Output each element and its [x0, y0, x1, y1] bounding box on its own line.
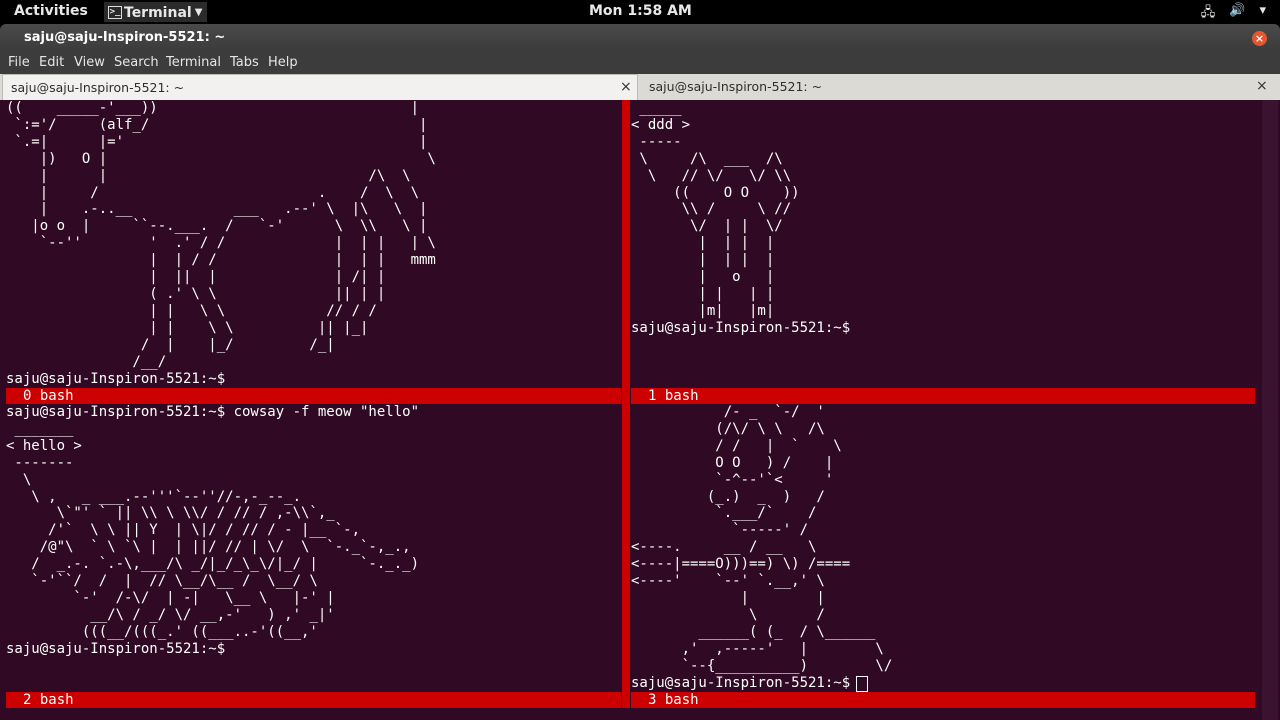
terminal-area[interactable]: (( _____-'___)) | `:='/ (alf_/ | `.=| |=…: [0, 100, 1280, 720]
window-close-button[interactable]: ×: [1252, 31, 1267, 46]
menu-search[interactable]: Search: [114, 55, 159, 70]
terminal-app-icon: >_: [108, 6, 122, 19]
activities-button[interactable]: Activities: [14, 3, 88, 19]
pane-vertical-divider[interactable]: [622, 100, 630, 708]
pane-output: saju@saju-Inspiron-5521:~$ cowsay -f meo…: [6, 404, 420, 657]
window-titlebar[interactable]: saju@saju-Inspiron-5521: ~ ×: [0, 24, 1280, 52]
pane-status-label: 0 bash: [23, 388, 74, 404]
network-icon[interactable]: 🖧: [1201, 3, 1216, 25]
app-menu-button[interactable]: >_ Terminal ▼: [104, 2, 208, 22]
volume-icon[interactable]: 🔊: [1229, 3, 1245, 25]
menu-help[interactable]: Help: [268, 55, 298, 70]
pane-status-label: 2 bash: [23, 692, 74, 708]
menu-file[interactable]: File: [8, 55, 30, 70]
menu-tabs[interactable]: Tabs: [230, 55, 259, 70]
menu-bar: File Edit View Search Terminal Tabs Help: [0, 52, 1280, 74]
tmux-pane-1[interactable]: _____ < ddd > ----- \ /\ ___ /\ \ // \/ …: [631, 100, 1255, 388]
pane-status-bar: 3 bash: [631, 692, 1255, 708]
terminal-scrollbar[interactable]: [1262, 100, 1278, 720]
menu-view[interactable]: View: [74, 55, 105, 70]
menu-terminal[interactable]: Terminal: [166, 55, 221, 70]
pane-status-bar: 1 bash: [631, 388, 1255, 404]
pane-output: (( _____-'___)) | `:='/ (alf_/ | `.=| |=…: [6, 100, 436, 387]
tab-close-icon[interactable]: ×: [1256, 78, 1268, 94]
tab-terminal-2[interactable]: saju@saju-Inspiron-5521: ~ ×: [641, 74, 1275, 100]
tab-close-icon[interactable]: ×: [620, 79, 632, 95]
tab-bar: saju@saju-Inspiron-5521: ~ × saju@saju-I…: [0, 74, 1280, 100]
tmux-pane-0[interactable]: (( _____-'___)) | `:='/ (alf_/ | `.=| |=…: [6, 100, 621, 388]
clock[interactable]: Mon 1:58 AM: [589, 3, 692, 19]
pane-output: /- _ `-/ ' (/\/ \ \ /\ / / | ` \ O O ) /…: [631, 404, 893, 691]
pane-status-bar: 0 bash: [6, 388, 621, 404]
pane-status-label: 1 bash: [648, 388, 699, 404]
pane-status-label: 3 bash: [648, 692, 699, 708]
terminal-cursor: [856, 676, 868, 692]
tab-label: saju@saju-Inspiron-5521: ~: [11, 80, 185, 95]
pane-output: _____ < ddd > ----- \ /\ ___ /\ \ // \/ …: [631, 100, 851, 336]
tab-label: saju@saju-Inspiron-5521: ~: [649, 79, 823, 94]
chevron-down-icon: ▼: [194, 7, 203, 18]
gnome-top-bar: Activities >_ Terminal ▼ Mon 1:58 AM 🖧 🔊…: [0, 0, 1280, 24]
tab-terminal-1[interactable]: saju@saju-Inspiron-5521: ~ ×: [2, 74, 638, 100]
tmux-pane-2[interactable]: saju@saju-Inspiron-5521:~$ cowsay -f meo…: [6, 404, 621, 692]
menu-edit[interactable]: Edit: [39, 55, 64, 70]
window-title: saju@saju-Inspiron-5521: ~: [24, 30, 226, 45]
system-tray[interactable]: 🖧 🔊 ▾: [1201, 3, 1266, 25]
power-icon[interactable]: ▾: [1259, 3, 1266, 25]
tmux-pane-3[interactable]: /- _ `-/ ' (/\/ \ \ /\ / / | ` \ O O ) /…: [631, 404, 1255, 692]
pane-status-bar: 2 bash: [6, 692, 621, 708]
app-menu-label: Terminal: [124, 4, 192, 21]
